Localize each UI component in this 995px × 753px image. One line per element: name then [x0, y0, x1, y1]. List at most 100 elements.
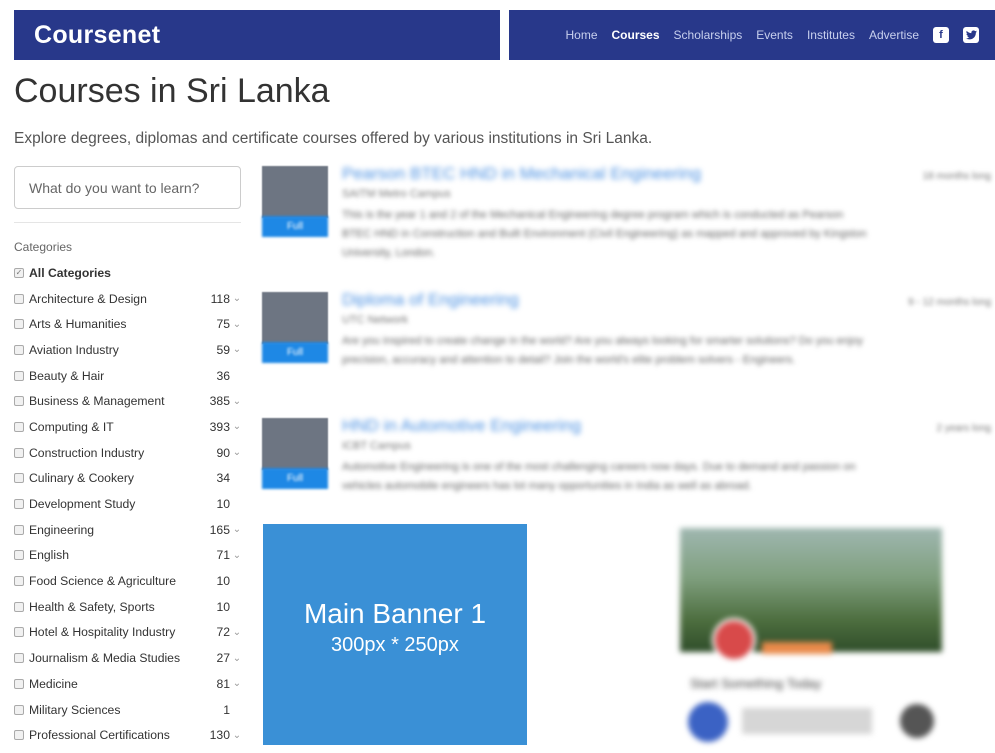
course-button[interactable]: Full [262, 342, 328, 363]
sidebar-divider [14, 222, 241, 223]
checkbox[interactable] [14, 473, 24, 484]
checkbox[interactable] [14, 550, 24, 561]
checkbox[interactable] [14, 293, 24, 304]
nav-home[interactable]: Home [566, 28, 598, 42]
checkbox[interactable] [14, 524, 24, 535]
chevron-down-icon[interactable]: ⌄ [230, 678, 244, 689]
course-institute[interactable]: UTC Network [342, 314, 408, 326]
category-label: Hotel & Hospitality Industry [29, 625, 176, 640]
checkbox[interactable] [14, 678, 24, 689]
category-item[interactable]: Business & Management 385 ⌄ [14, 388, 244, 414]
checkbox-checked-icon[interactable]: ✓ [14, 267, 24, 278]
checkbox[interactable] [14, 499, 24, 510]
checkbox[interactable] [14, 344, 24, 355]
category-label: All Categories [29, 265, 111, 280]
category-item[interactable]: Aviation Industry 59 ⌄ [14, 337, 244, 363]
category-label: Aviation Industry [29, 342, 119, 357]
course-card[interactable]: Full HND in Automotive Engineering ICBT Ca… [262, 416, 995, 528]
category-item[interactable]: Architecture & Design 118 ⌄ [14, 286, 244, 312]
category-item[interactable]: Beauty & Hair 36 [14, 363, 244, 389]
nav-advertise[interactable]: Advertise [869, 28, 919, 42]
chevron-down-icon[interactable]: ⌄ [230, 550, 244, 561]
category-count: 75 [216, 317, 230, 332]
category-item[interactable]: Professional Certifications 130 ⌄ [14, 722, 244, 748]
chevron-down-icon[interactable]: ⌄ [230, 447, 244, 458]
checkbox[interactable] [14, 447, 24, 458]
banner-size: 300px * 250px [331, 634, 459, 656]
checkbox[interactable] [14, 730, 24, 741]
main-banner-ad[interactable]: Main Banner 1 300px * 250px [263, 524, 527, 745]
checkbox[interactable] [14, 704, 24, 715]
chevron-down-icon[interactable]: ⌄ [230, 653, 244, 664]
facebook-icon[interactable] [688, 702, 728, 742]
category-item[interactable]: Food Science & Agriculture 10 [14, 568, 244, 594]
course-thumbnail[interactable] [262, 292, 328, 344]
chevron-down-icon[interactable]: ⌄ [230, 421, 244, 432]
chevron-down-icon[interactable]: ⌄ [230, 293, 244, 304]
chevron-down-icon[interactable]: ⌄ [230, 627, 244, 638]
main-nav: Home Courses Scholarships Events Institu… [566, 10, 979, 60]
course-title-link[interactable]: Diploma of Engineering [342, 290, 519, 310]
chevron-down-icon[interactable]: ⌄ [230, 396, 244, 407]
course-title-link[interactable]: HND in Automotive Engineering [342, 416, 581, 436]
nav-scholarships[interactable]: Scholarships [674, 28, 743, 42]
category-all[interactable]: ✓ All Categories [14, 260, 244, 286]
checkbox[interactable] [14, 421, 24, 432]
checkbox[interactable] [14, 653, 24, 664]
category-label: Construction Industry [29, 445, 145, 460]
category-item[interactable]: Development Study 10 [14, 491, 244, 517]
category-item[interactable]: Arts & Humanities 75 ⌄ [14, 311, 244, 337]
search-input[interactable] [14, 166, 241, 209]
widget-page-name: Start Something Today [690, 676, 822, 691]
site-logo[interactable]: Coursenet [34, 21, 160, 50]
checkbox[interactable] [14, 370, 24, 381]
category-count: 81 [216, 676, 230, 691]
course-duration: 9 - 12 months long [908, 297, 991, 308]
course-card[interactable]: Full Pearson BTEC HND in Mechanical Engin… [262, 164, 995, 276]
facebook-icon[interactable]: f [933, 27, 949, 43]
course-title-link[interactable]: Pearson BTEC HND in Mechanical Engineeri… [342, 164, 701, 184]
category-count: 10 [216, 599, 230, 614]
category-item[interactable]: Journalism & Media Studies 27 ⌄ [14, 645, 244, 671]
category-count: 10 [216, 497, 230, 512]
checkbox[interactable] [14, 319, 24, 330]
course-institute[interactable]: ICBT Campus [342, 440, 411, 452]
chevron-down-icon[interactable]: ⌄ [230, 524, 244, 535]
category-item[interactable]: Computing & IT 393 ⌄ [14, 414, 244, 440]
course-button[interactable]: Full [262, 468, 328, 489]
checkbox[interactable] [14, 627, 24, 638]
category-list: ✓ All Categories Architecture & Design 11… [14, 260, 244, 748]
chevron-down-icon[interactable]: ⌄ [230, 319, 244, 330]
course-institute[interactable]: SAITM Metro Campus [342, 188, 451, 200]
category-item[interactable]: Construction Industry 90 ⌄ [14, 440, 244, 466]
category-item[interactable]: Military Sciences 1 [14, 697, 244, 723]
category-item[interactable]: English 71 ⌄ [14, 543, 244, 569]
category-item[interactable]: Hotel & Hospitality Industry 72 ⌄ [14, 620, 244, 646]
course-card[interactable]: Full Diploma of Engineering UTC Network Are… [262, 290, 995, 402]
category-item[interactable]: Health & Safety, Sports 10 [14, 594, 244, 620]
category-item[interactable]: Culinary & Cookery 34 [14, 466, 244, 492]
facebook-page-widget[interactable]: Start Something Today [672, 524, 952, 753]
nav-events[interactable]: Events [756, 28, 793, 42]
course-thumbnail[interactable] [262, 418, 328, 470]
checkbox[interactable] [14, 576, 24, 587]
category-count: 71 [216, 548, 230, 563]
category-item[interactable]: Medicine 81 ⌄ [14, 671, 244, 697]
category-label: Journalism & Media Studies [29, 651, 181, 666]
category-label: Food Science & Agriculture [29, 574, 177, 589]
checkbox[interactable] [14, 601, 24, 612]
category-item[interactable]: Engineering 165 ⌄ [14, 517, 244, 543]
nav-courses[interactable]: Courses [612, 28, 660, 42]
checkbox[interactable] [14, 396, 24, 407]
twitter-icon[interactable] [963, 27, 979, 43]
nav-institutes[interactable]: Institutes [807, 28, 855, 42]
chevron-down-icon[interactable]: ⌄ [230, 344, 244, 355]
widget-text-placeholder [742, 708, 872, 734]
chevron-down-icon[interactable]: ⌄ [230, 730, 244, 741]
category-count: 118 [210, 291, 230, 306]
course-thumbnail[interactable] [262, 166, 328, 218]
category-label: Architecture & Design [29, 291, 147, 306]
course-button[interactable]: Full [262, 216, 328, 237]
category-label: Arts & Humanities [29, 317, 127, 332]
category-count: 34 [216, 471, 230, 486]
